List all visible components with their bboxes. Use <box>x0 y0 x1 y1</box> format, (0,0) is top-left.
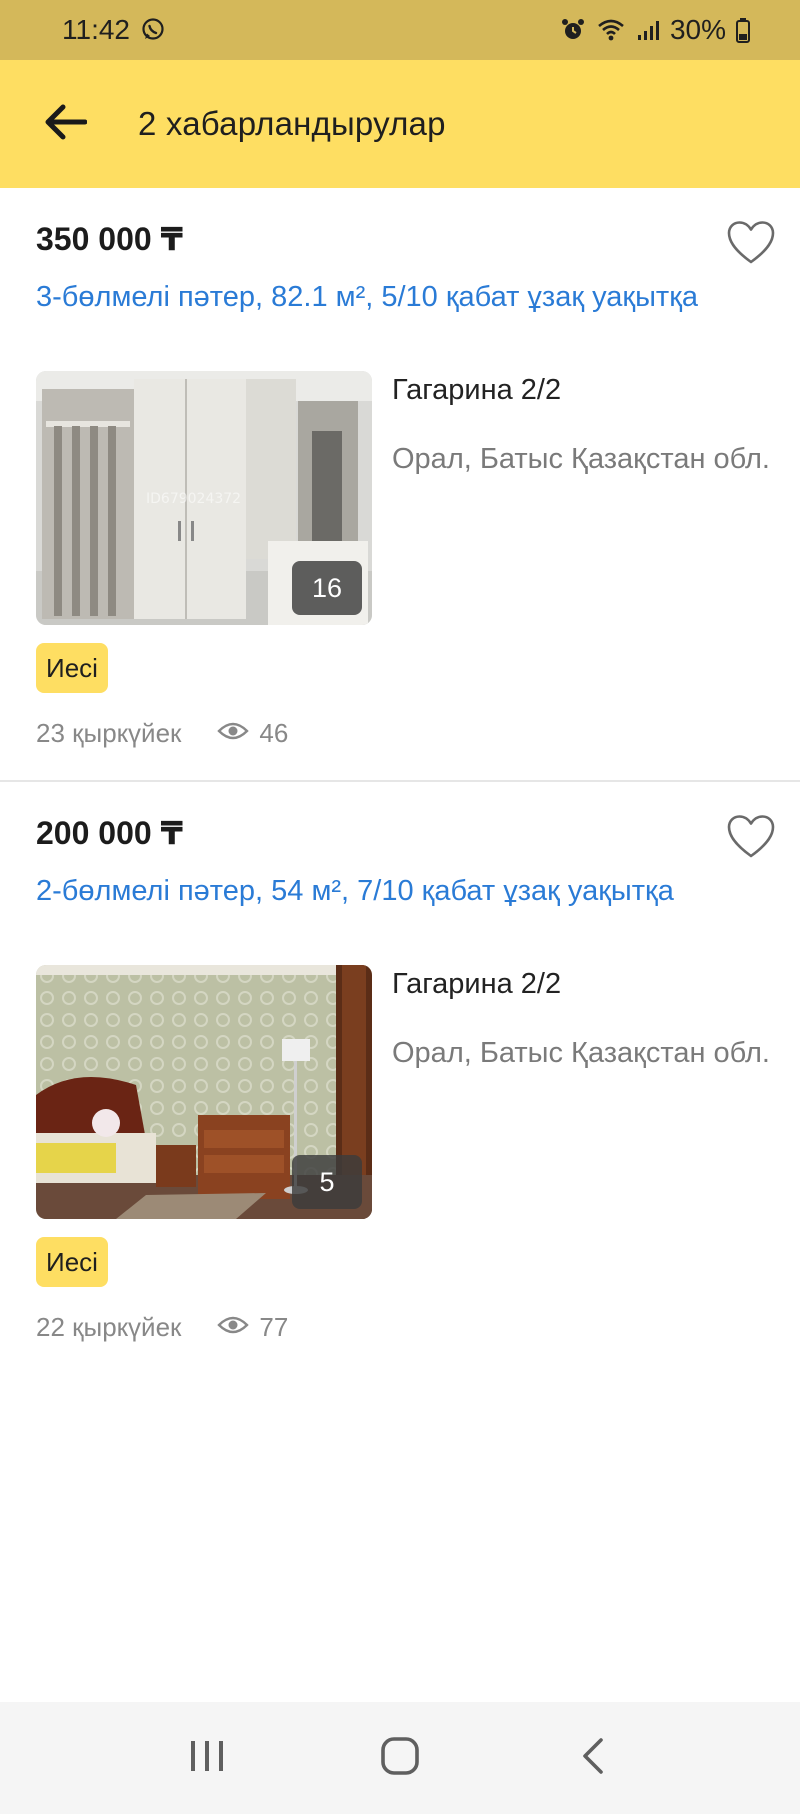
photo-watermark: ID679024372 <box>146 491 241 507</box>
listing-meta: 23 қыркүйек 46 <box>36 718 288 749</box>
favorite-button[interactable] <box>726 814 776 860</box>
listing-date: 22 қыркүйек <box>36 1312 182 1342</box>
back-button[interactable] <box>32 91 98 157</box>
alarm-icon <box>560 17 586 43</box>
recent-apps-button[interactable] <box>162 1713 252 1803</box>
listing-photo[interactable]: ID679024372 16 <box>36 371 372 625</box>
views-value: 46 <box>259 718 289 748</box>
listing-price: 350 000 ₸ <box>36 221 183 257</box>
arrow-left-icon <box>43 104 88 145</box>
listing-price: 200 000 ₸ <box>36 815 183 851</box>
battery-icon <box>736 17 750 43</box>
views-count: 77 <box>217 1312 288 1343</box>
listing-city: Орал, Батыс Қазақстан обл. <box>392 1037 770 1069</box>
status-left: 11:42 <box>62 14 166 46</box>
heart-icon <box>726 815 776 864</box>
views-count: 46 <box>217 718 288 749</box>
listing-photo[interactable]: 5 <box>36 965 372 1219</box>
status-right: 30% <box>560 14 750 46</box>
listing-title-link[interactable]: 2-бөлмелі пәтер, 54 м², 7/10 қабат ұзақ … <box>36 872 716 910</box>
listing-date: 23 қыркүйек <box>36 718 182 748</box>
recent-apps-icon <box>187 1738 227 1779</box>
listing-city: Орал, Батыс Қазақстан обл. <box>392 443 770 475</box>
signal-icon <box>636 18 660 42</box>
wifi-icon <box>596 17 626 43</box>
heart-icon <box>726 221 776 270</box>
system-nav-bar <box>0 1702 800 1814</box>
page-title: 2 хабарландырулар <box>138 105 446 142</box>
listing-title-link[interactable]: 3-бөлмелі пәтер, 82.1 м², 5/10 қабат ұза… <box>36 278 716 316</box>
photo-count-badge: 5 <box>292 1155 362 1209</box>
back-icon <box>579 1736 607 1781</box>
listing-card[interactable]: 350 000 ₸ 3-бөлмелі пәтер, 82.1 м², 5/10… <box>0 188 800 780</box>
listing-address: Гагарина 2/2 <box>392 374 562 406</box>
status-time: 11:42 <box>62 14 130 45</box>
favorite-button[interactable] <box>726 220 776 266</box>
home-icon <box>379 1735 421 1782</box>
app-header: 2 хабарландырулар <box>0 60 800 188</box>
whatsapp-icon <box>140 17 166 43</box>
battery-percent: 30% <box>669 14 726 45</box>
listing-list: 350 000 ₸ 3-бөлмелі пәтер, 82.1 м², 5/10… <box>0 188 800 1372</box>
eye-icon <box>217 1312 250 1343</box>
views-value: 77 <box>259 1312 289 1342</box>
listing-card[interactable]: 200 000 ₸ 2-бөлмелі пәтер, 54 м², 7/10 қ… <box>0 780 800 1372</box>
status-bar: 11:42 30% <box>0 0 800 60</box>
owner-badge: Иесі <box>36 1237 108 1287</box>
listing-meta: 22 қыркүйек 77 <box>36 1312 288 1343</box>
home-button[interactable] <box>355 1713 445 1803</box>
owner-badge: Иесі <box>36 643 108 693</box>
listing-address: Гагарина 2/2 <box>392 968 562 1000</box>
photo-count-badge: 16 <box>292 561 362 615</box>
system-back-button[interactable] <box>548 1713 638 1803</box>
eye-icon <box>217 718 250 749</box>
